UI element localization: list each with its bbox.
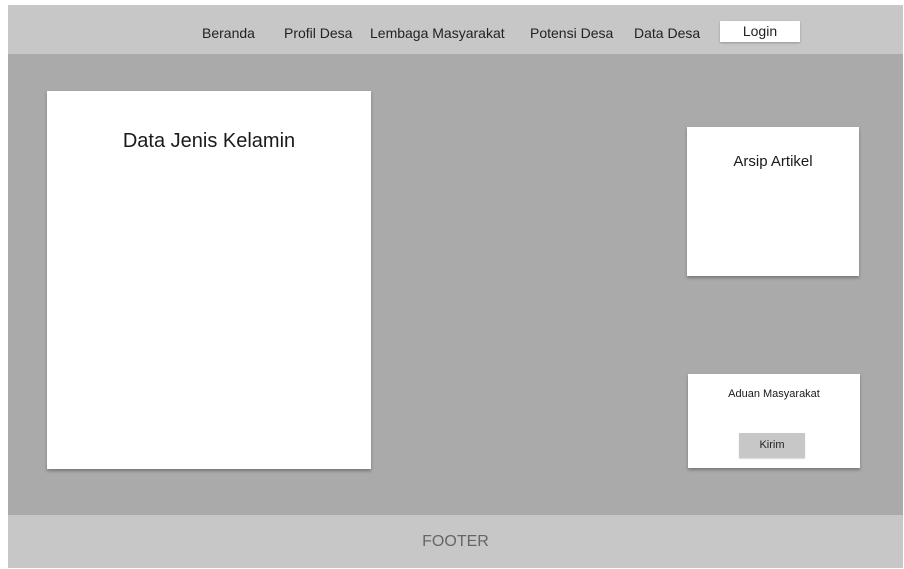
community-complaint-title: Aduan Masyarakat xyxy=(728,388,820,400)
article-archive-card: Arsip Artikel xyxy=(687,127,859,276)
nav-item-potensi-desa[interactable]: Potensi Desa xyxy=(530,25,613,41)
gender-data-card: Data Jenis Kelamin xyxy=(47,91,371,469)
footer: FOOTER xyxy=(8,515,903,568)
gender-data-title: Data Jenis Kelamin xyxy=(122,130,296,152)
nav-item-data-desa[interactable]: Data Desa xyxy=(634,25,700,41)
nav-item-lembaga-masyarakat[interactable]: Lembaga Masyarakat xyxy=(370,25,505,41)
footer-label: FOOTER xyxy=(422,533,489,550)
community-complaint-card: Aduan Masyarakat Kirim xyxy=(688,374,860,468)
nav-item-profil-desa[interactable]: Profil Desa xyxy=(284,25,352,41)
article-archive-title: Arsip Artikel xyxy=(733,153,813,170)
top-navbar: Beranda Profil Desa Lembaga Masyarakat P… xyxy=(8,5,903,54)
nav-item-beranda[interactable]: Beranda xyxy=(202,25,255,41)
page-frame: Beranda Profil Desa Lembaga Masyarakat P… xyxy=(8,5,903,568)
send-button[interactable]: Kirim xyxy=(739,433,805,458)
login-button[interactable]: Login xyxy=(720,21,800,42)
